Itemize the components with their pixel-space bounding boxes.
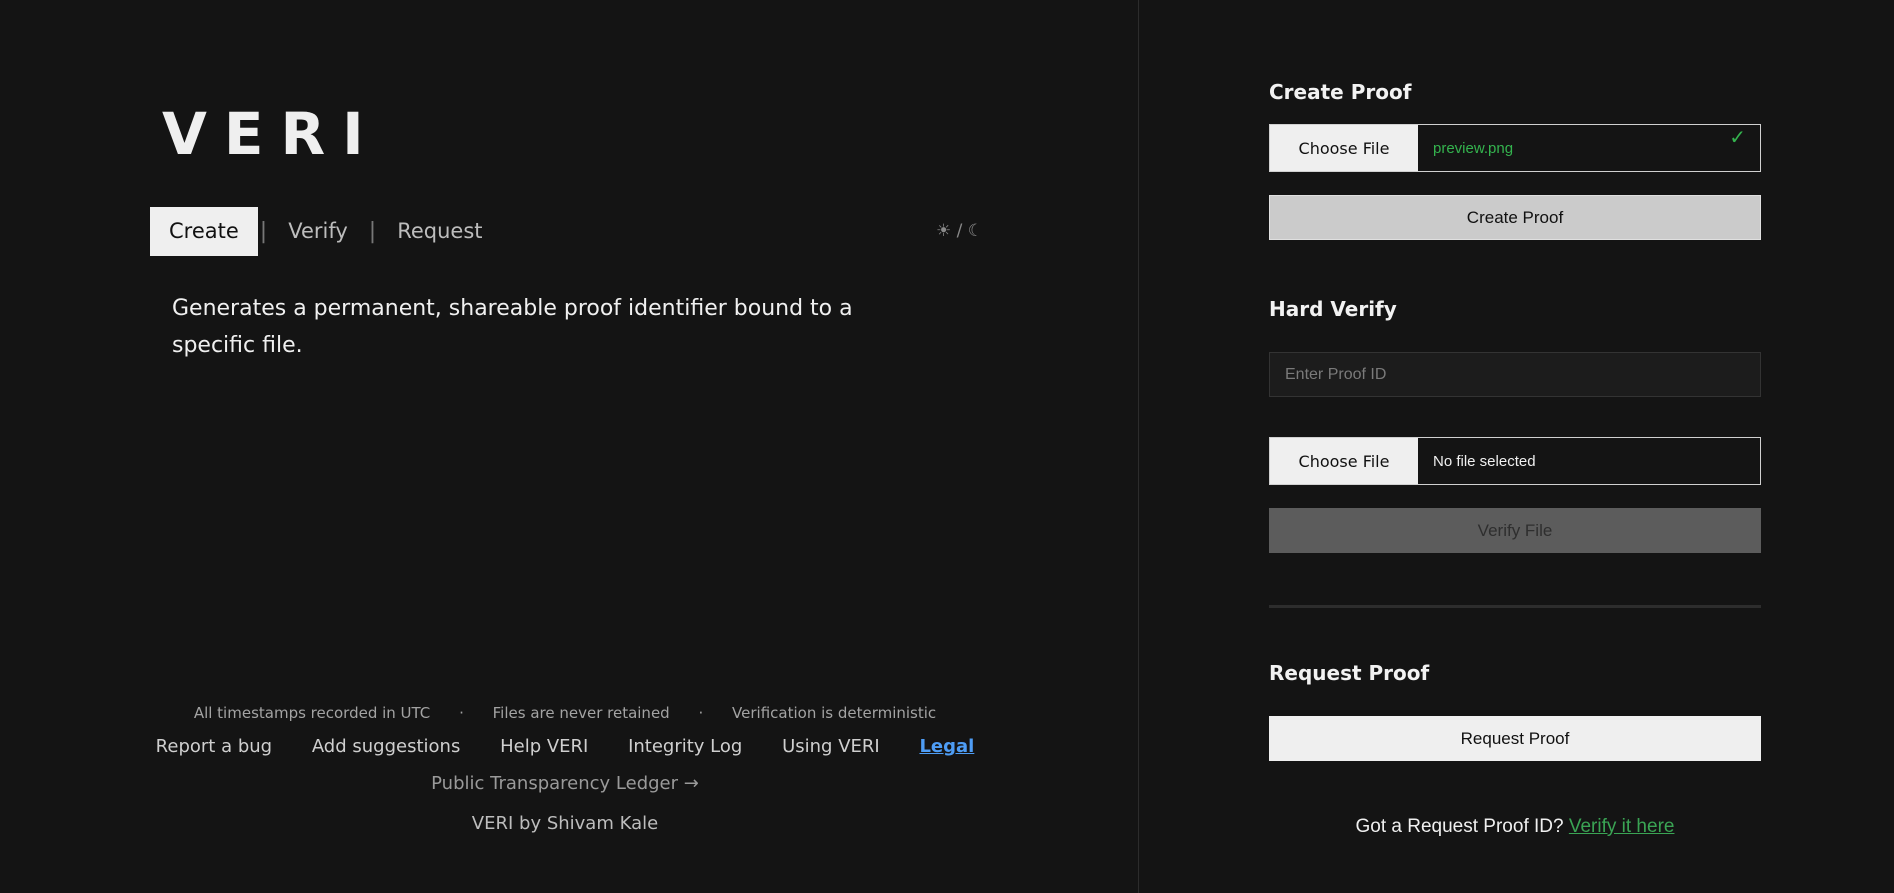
- request-id-prompt: Got a Request Proof ID? Verify it here: [1269, 816, 1761, 838]
- tab-create[interactable]: Create: [150, 207, 258, 256]
- integrity-log-link[interactable]: Integrity Log: [628, 736, 742, 757]
- add-suggestions-link[interactable]: Add suggestions: [312, 736, 461, 757]
- nav-tabs: Create | Verify | Request: [150, 207, 502, 256]
- create-choose-file-button[interactable]: Choose File: [1270, 125, 1418, 171]
- transparency-ledger-link[interactable]: Public Transparency Ledger →: [0, 773, 1130, 794]
- footer-credit: VERI by Shivam Kale: [471, 813, 659, 834]
- create-file-name: preview.png: [1433, 139, 1514, 157]
- hard-verify-title: Hard Verify: [1269, 297, 1397, 321]
- request-proof-title: Request Proof: [1269, 661, 1430, 685]
- app-logo: VERI: [162, 100, 381, 168]
- request-proof-button[interactable]: Request Proof: [1269, 716, 1761, 761]
- legal-link[interactable]: Legal: [919, 736, 974, 757]
- verify-file-picker: Choose File No file selected: [1269, 437, 1761, 485]
- footer-note: All timestamps recorded in UTC: [193, 704, 431, 722]
- verify-it-here-link[interactable]: Verify it here: [1569, 816, 1675, 837]
- footer-note: Files are never retained: [492, 704, 670, 722]
- tab-separator: |: [259, 219, 268, 244]
- proof-id-input[interactable]: [1269, 352, 1761, 397]
- right-panel: Create Proof Choose File preview.png ✓ C…: [1139, 0, 1894, 893]
- create-proof-title: Create Proof: [1269, 80, 1412, 104]
- request-id-prompt-text: Got a Request Proof ID?: [1355, 816, 1564, 837]
- verify-file-name: No file selected: [1433, 452, 1536, 470]
- tab-request[interactable]: Request: [378, 207, 501, 256]
- footer-notes: All timestamps recorded in UTC · Files a…: [0, 704, 1130, 722]
- left-panel: VERI Create | Verify | Request ☀ / ☾ Gen…: [0, 0, 1138, 893]
- create-proof-button[interactable]: Create Proof: [1269, 195, 1761, 240]
- footer-note: Verification is deterministic: [732, 704, 937, 722]
- footer-note-separator: ·: [698, 704, 704, 722]
- report-bug-link[interactable]: Report a bug: [156, 736, 272, 757]
- theme-toggle[interactable]: ☀ / ☾: [936, 221, 983, 241]
- section-divider: [1269, 605, 1761, 608]
- tab-description: Generates a permanent, shareable proof i…: [172, 296, 853, 358]
- footer-links: Report a bug Add suggestions Help VERI I…: [0, 736, 1130, 757]
- footer-note-separator: ·: [459, 704, 464, 722]
- using-veri-link[interactable]: Using VERI: [782, 736, 880, 757]
- tab-verify[interactable]: Verify: [269, 207, 367, 256]
- check-icon: ✓: [1729, 125, 1746, 149]
- tab-separator: |: [368, 219, 377, 244]
- help-veri-link[interactable]: Help VERI: [500, 736, 588, 757]
- verify-choose-file-button[interactable]: Choose File: [1270, 438, 1418, 484]
- verify-file-button[interactable]: Verify File: [1269, 508, 1761, 553]
- create-file-picker: Choose File preview.png ✓: [1269, 124, 1761, 172]
